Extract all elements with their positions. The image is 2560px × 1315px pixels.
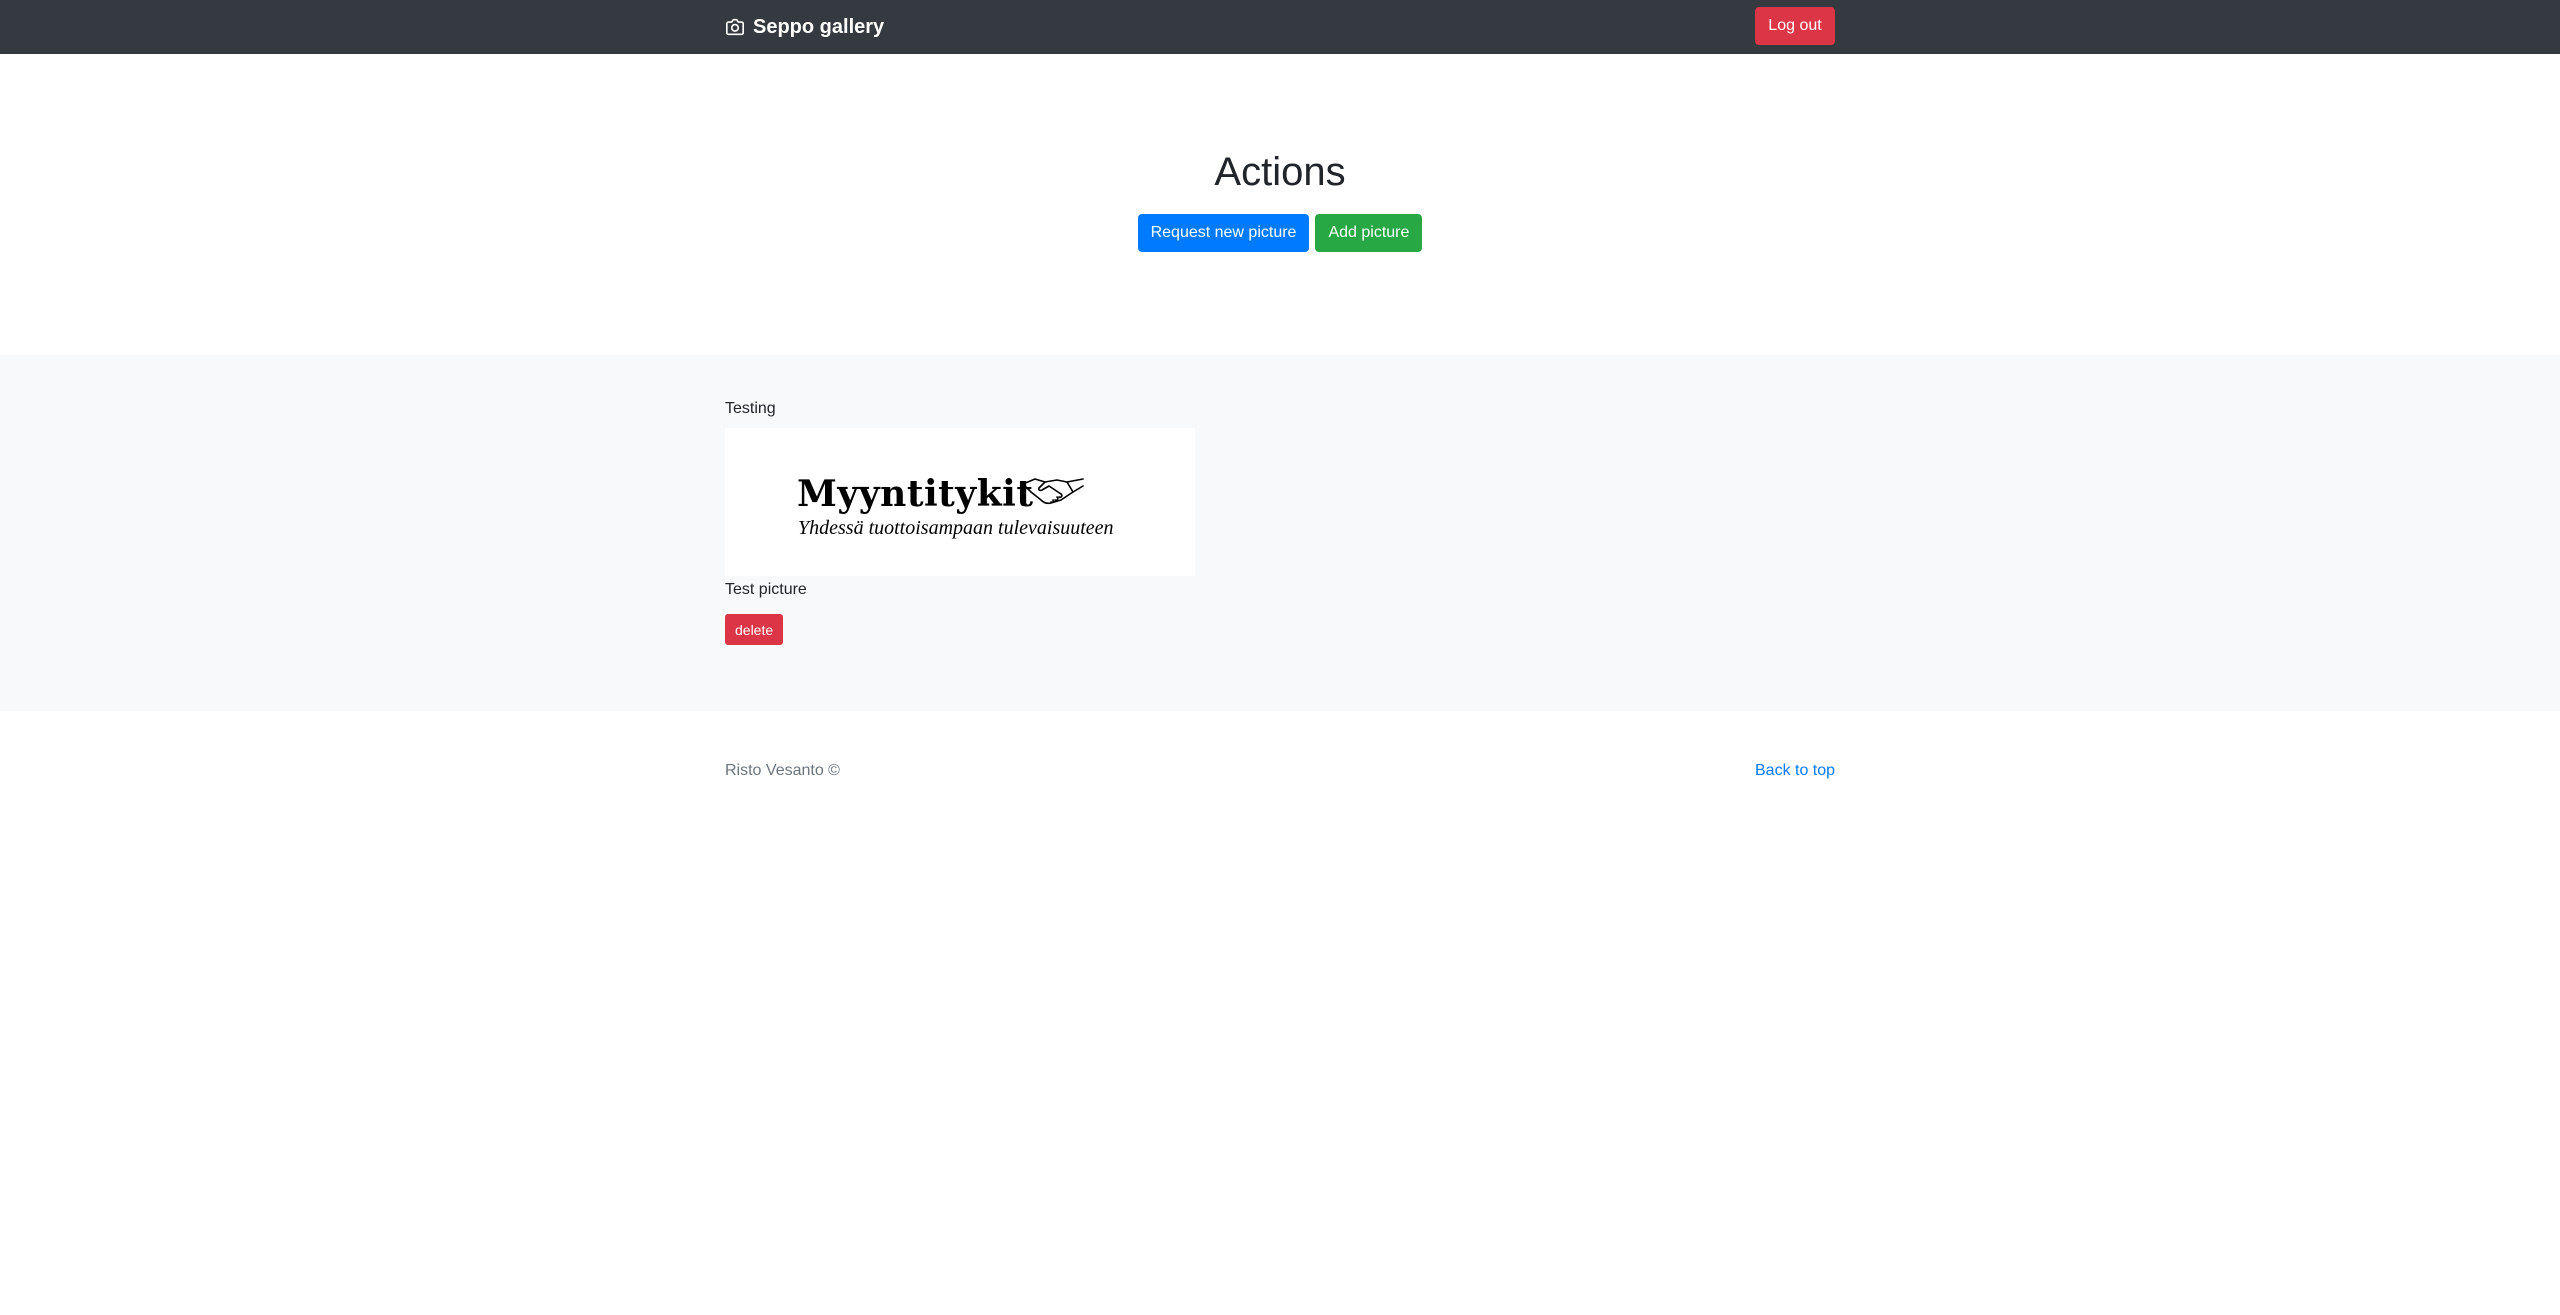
action-buttons: Request new picture Add picture [0,214,2560,252]
back-to-top-link[interactable]: Back to top [1755,762,1835,780]
logout-button[interactable]: Log out [1755,7,1835,45]
picture-image: Myyntitykit Yhdessä tuottoisampaan tulev… [725,428,1195,576]
request-new-picture-button[interactable]: Request new picture [1137,214,1310,252]
navbar: Seppo gallery Log out [0,0,2560,54]
logo-subtitle: Yhdessä tuottoisampaan tulevaisuuteen [798,517,1114,539]
picture-title: Testing [725,400,776,417]
delete-picture-button[interactable]: delete [725,614,784,645]
footer-author: Risto Vesanto © [725,762,840,779]
actions-section: Actions Request new picture Add picture [0,54,2560,355]
brand-link[interactable]: Seppo gallery [725,0,884,54]
handshake-icon [1022,478,1084,505]
camera-icon [725,18,744,36]
page-title: Actions [1214,150,1346,194]
gallery-section: Testing Myyntitykit Yhdessä tuottoisampa… [0,355,2560,711]
brand-text: Seppo gallery [753,15,885,38]
picture-caption: Test picture [725,581,807,598]
logo-title: Myyntitykit [797,473,1034,515]
add-picture-button[interactable]: Add picture [1315,214,1423,252]
picture-card: Testing Myyntitykit Yhdessä tuottoisampa… [725,399,1195,645]
